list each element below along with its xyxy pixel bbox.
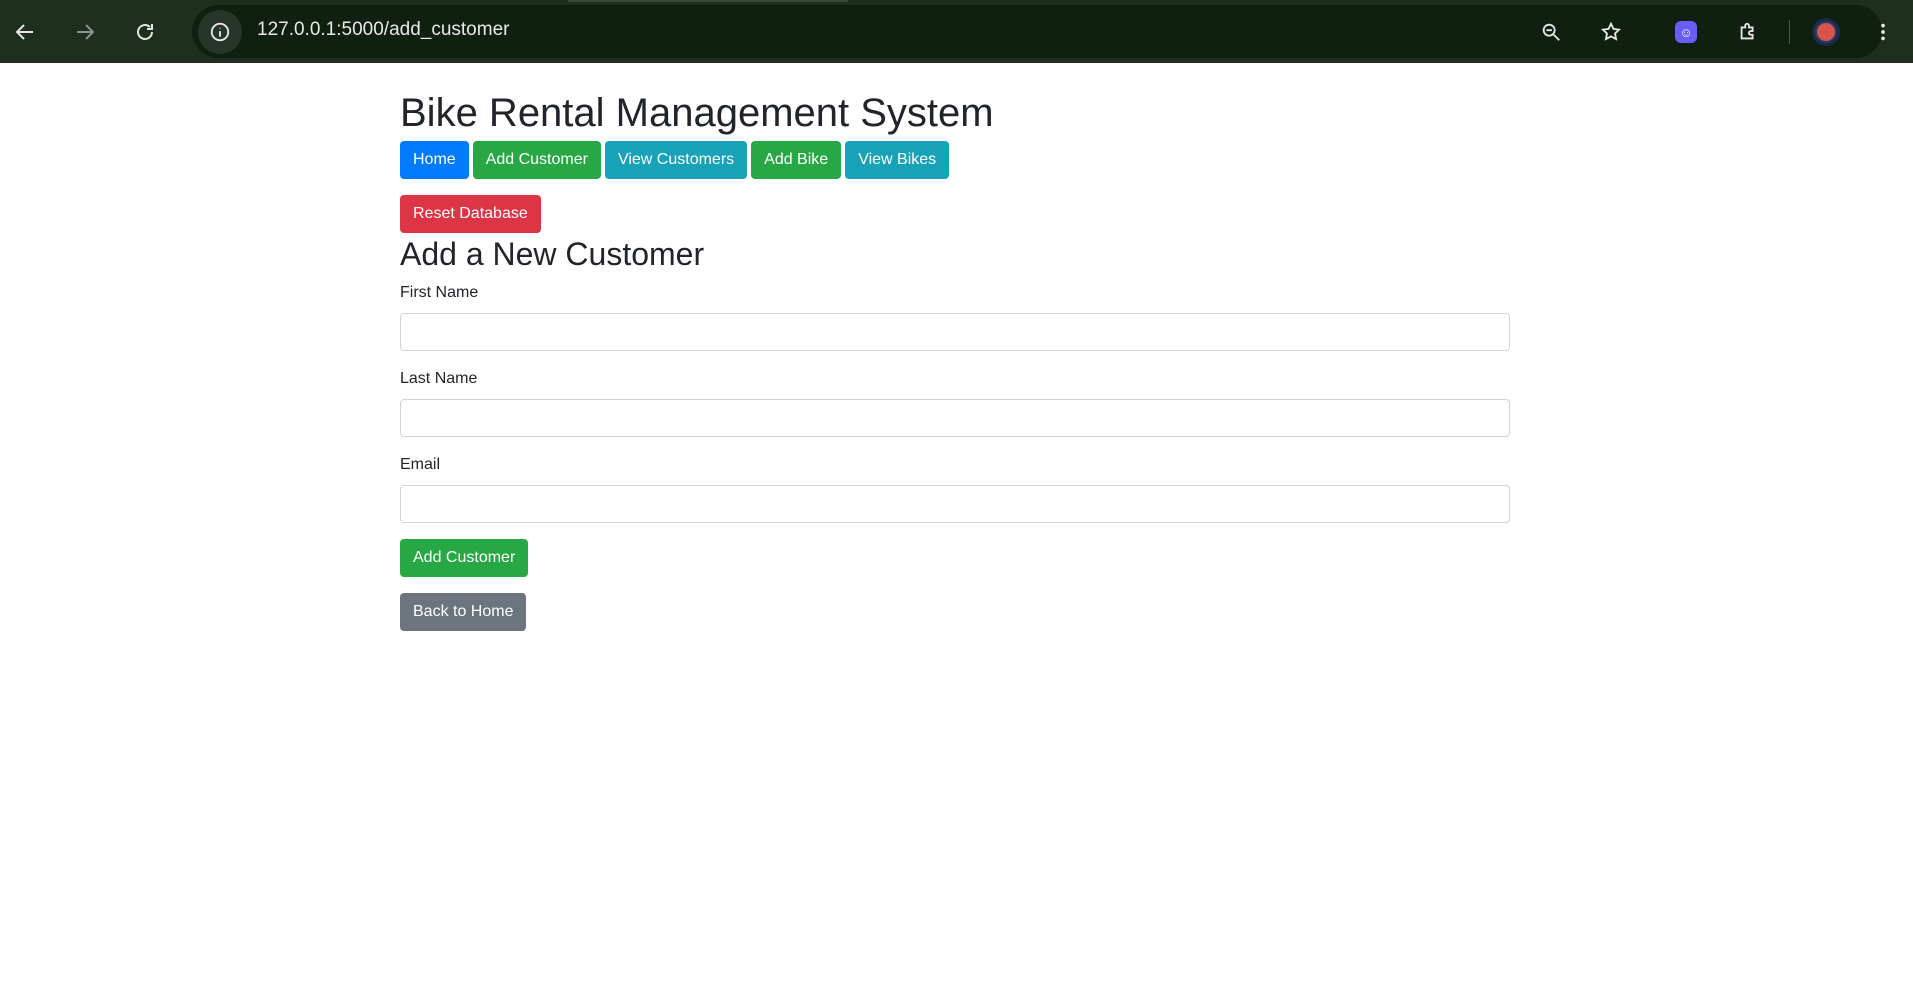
email-input[interactable] <box>400 485 1510 524</box>
menu-kebab-icon[interactable] <box>1865 14 1901 50</box>
page-container: Bike Rental Management System Home Add C… <box>400 63 1512 632</box>
forward-arrow-icon[interactable] <box>65 12 105 52</box>
first-name-label: First Name <box>400 284 479 302</box>
site-info-icon[interactable] <box>198 10 242 54</box>
zoom-icon[interactable] <box>1533 14 1569 50</box>
last-name-label: Last Name <box>400 370 478 388</box>
form-heading: Add a New Customer <box>400 236 705 272</box>
add-customer-form: First Name Last Name Email Add Customer <box>400 281 1512 578</box>
avatar-icon <box>1812 18 1840 46</box>
reset-database-button[interactable]: Reset Database <box>400 195 541 233</box>
nav-view-bikes-button[interactable]: View Bikes <box>845 141 950 179</box>
last-name-group: Last Name <box>400 367 1512 438</box>
nav-view-customers-button[interactable]: View Customers <box>604 141 748 179</box>
nav-add-customer-button[interactable]: Add Customer <box>472 141 601 179</box>
email-label: Email <box>400 456 441 474</box>
back-to-home-button[interactable]: Back to Home <box>400 593 527 632</box>
extension-badge-glyph: ☺ <box>1675 21 1697 43</box>
nav-home-button[interactable]: Home <box>400 141 469 179</box>
back-arrow-icon[interactable] <box>5 12 45 52</box>
extensions-puzzle-icon[interactable] <box>1730 14 1766 50</box>
nav-add-bike-button[interactable]: Add Bike <box>751 141 842 179</box>
url-text[interactable]: 127.0.0.1:5000/add_customer <box>257 19 509 41</box>
add-customer-submit-button[interactable]: Add Customer <box>400 539 529 578</box>
bookmark-star-icon[interactable] <box>1593 14 1629 50</box>
last-name-input[interactable] <box>400 399 1510 438</box>
nav-buttons: Home Add Customer View Customers Add Bik… <box>400 141 1512 179</box>
email-group: Email <box>400 453 1512 524</box>
browser-toolbar: 127.0.0.1:5000/add_customer ☺ <box>0 0 1913 63</box>
profile-avatar[interactable] <box>1808 14 1844 50</box>
page-title: Bike Rental Management System <box>400 91 994 135</box>
first-name-input[interactable] <box>400 313 1510 352</box>
reload-icon[interactable] <box>125 12 165 52</box>
first-name-group: First Name <box>400 281 1512 352</box>
extension-badge-icon[interactable]: ☺ <box>1668 14 1704 50</box>
active-tab-indicator <box>568 0 848 2</box>
toolbar-divider <box>1789 20 1790 44</box>
